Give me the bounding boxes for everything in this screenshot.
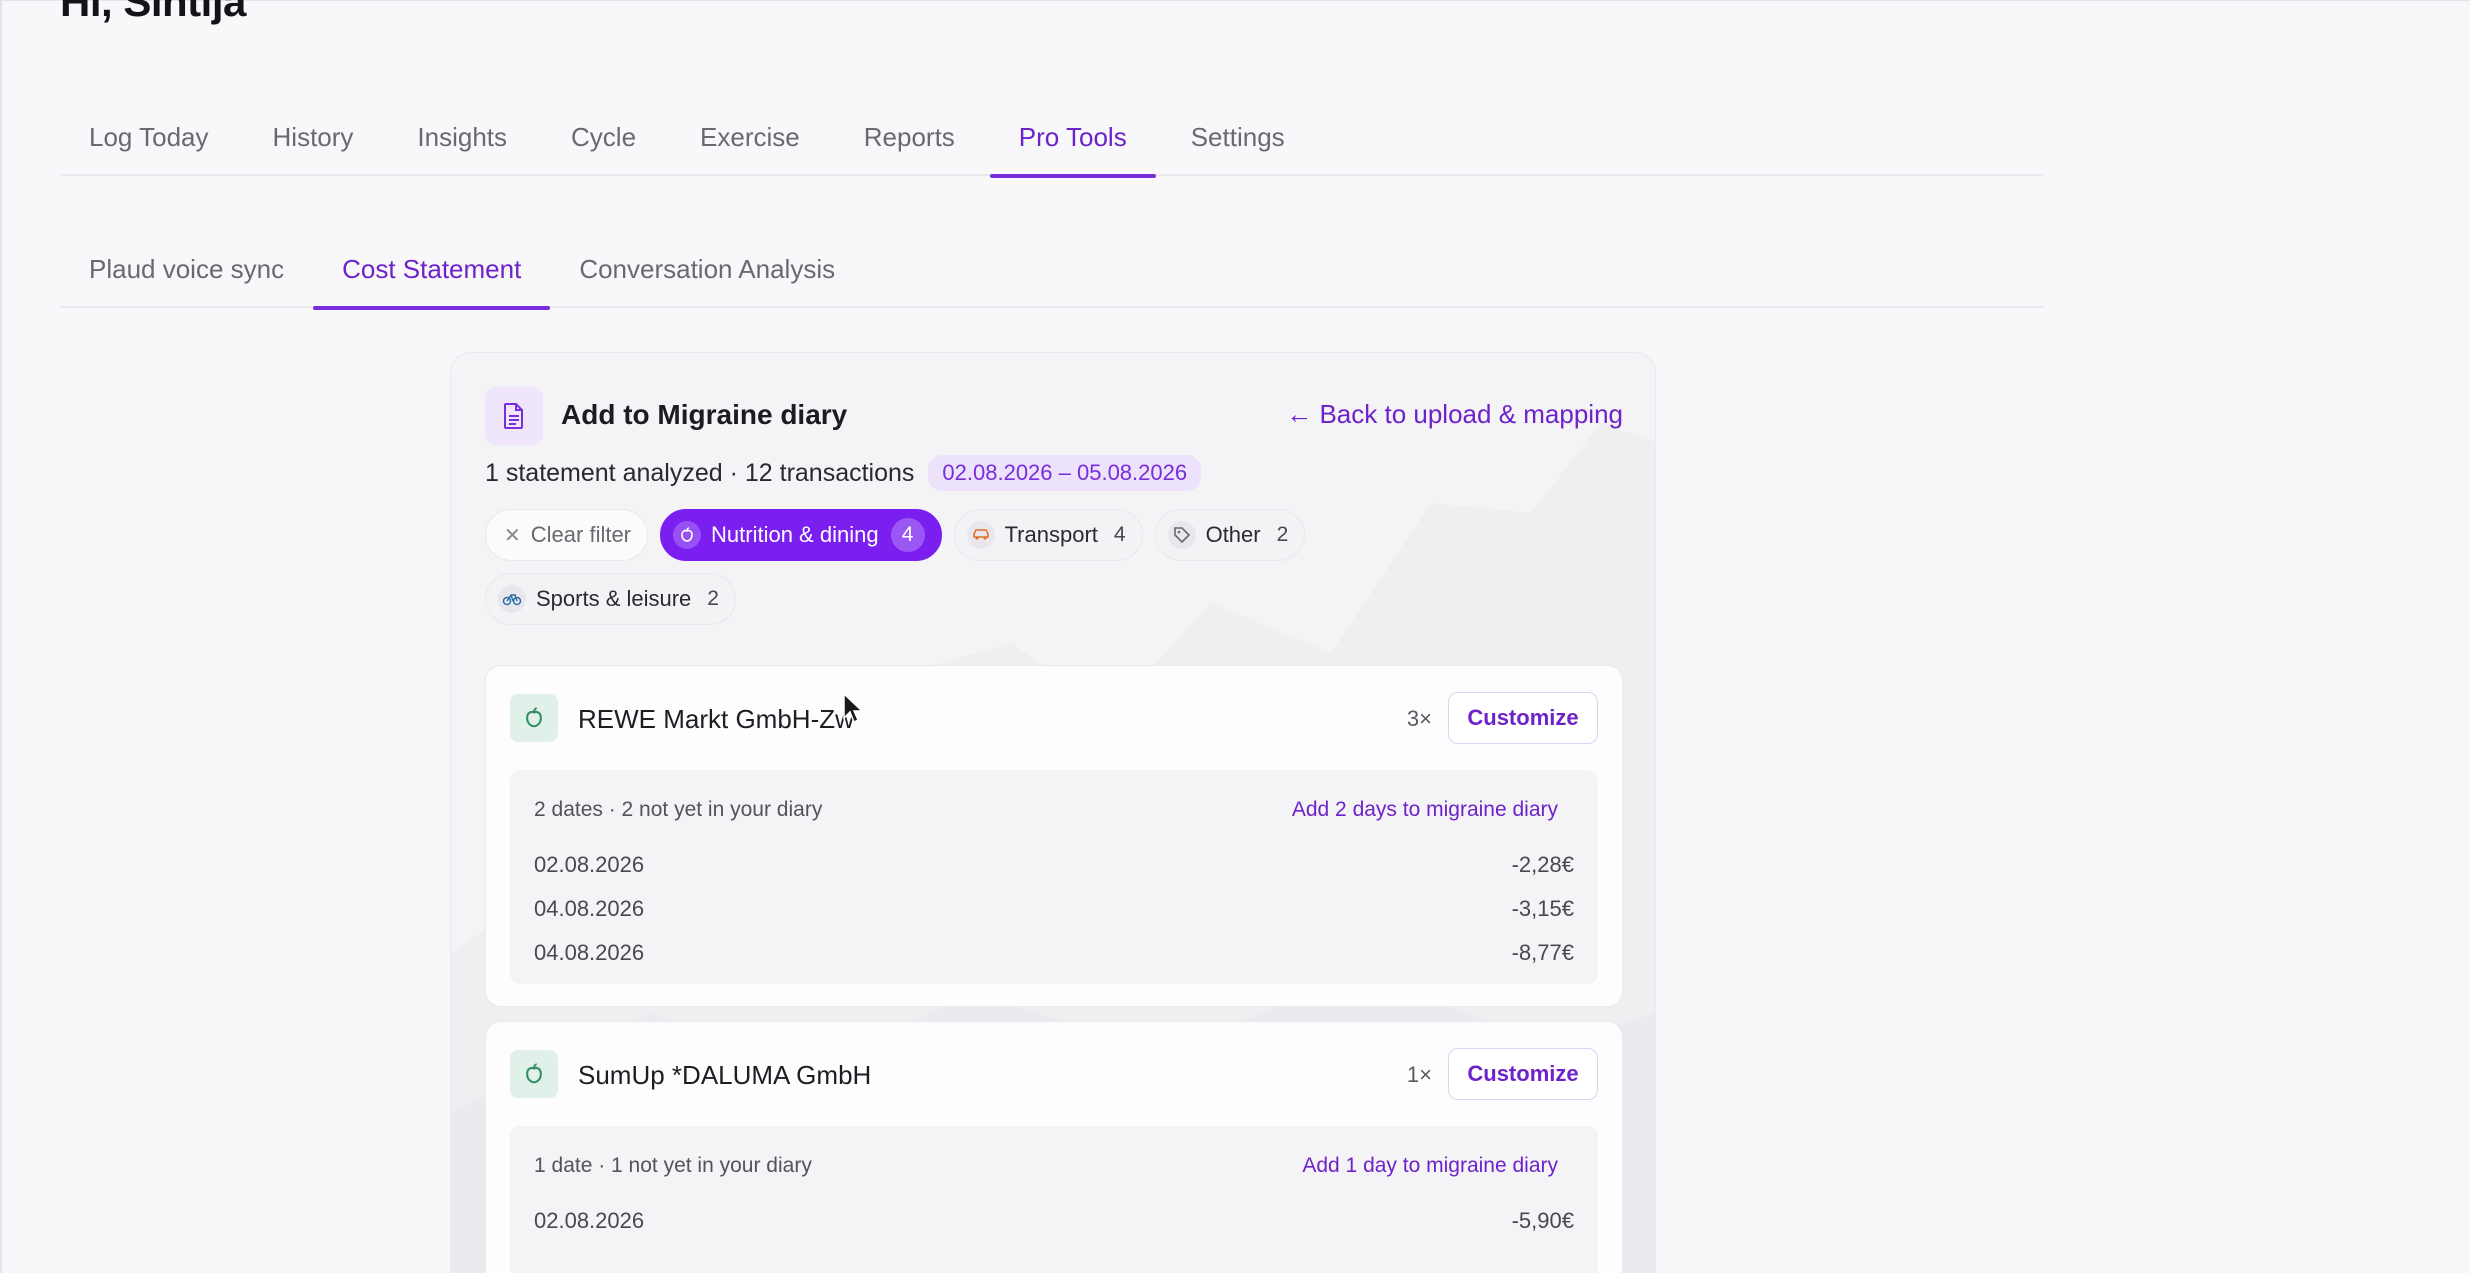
transaction-row: 02.08.2026 -5,90€ bbox=[510, 1208, 1598, 1252]
transaction-amount: -5,90€ bbox=[1511, 1208, 1574, 1233]
add-to-diary-link[interactable]: Add 2 days to migraine diary bbox=[1292, 798, 1558, 822]
diary-status-text: 1 date · 1 not yet in your diary bbox=[534, 1154, 812, 1177]
merchant-details: 1 date · 1 not yet in your diary Add 1 d… bbox=[510, 1126, 1598, 1273]
transaction-date: 04.08.2026 bbox=[534, 896, 645, 921]
transaction-row: 04.08.2026 -8,77€ bbox=[510, 940, 1598, 984]
chip-sports-leisure[interactable]: Sports & leisure 2 bbox=[485, 573, 736, 625]
clear-filter-chip[interactable]: ✕ Clear filter bbox=[485, 509, 649, 561]
transaction-amount: -3,15€ bbox=[1511, 896, 1574, 921]
chip-label: Transport bbox=[1004, 522, 1098, 547]
transaction-date: 04.08.2026 bbox=[534, 940, 645, 965]
transaction-date: 02.08.2026 bbox=[534, 852, 645, 877]
chip-count: 2 bbox=[707, 587, 719, 610]
tab-pro-tools[interactable]: Pro Tools bbox=[989, 108, 1156, 178]
chip-count: 4 bbox=[1113, 523, 1126, 546]
occurrence-count: 1× bbox=[1406, 1062, 1432, 1087]
mouse-cursor-icon bbox=[843, 692, 864, 724]
back-to-upload-link[interactable]: ← Back to upload & mapping bbox=[1286, 399, 1623, 430]
tab-log-today[interactable]: Log Today bbox=[60, 108, 238, 176]
chip-label: Nutrition & dining bbox=[711, 522, 879, 547]
sub-tab-bar: Plaud voice sync Cost Statement Conversa… bbox=[60, 240, 2044, 310]
transaction-row: 04.08.2026 -3,15€ bbox=[510, 896, 1598, 940]
cost-statement-panel: Add to Migraine diary ← Back to upload &… bbox=[450, 352, 1656, 1273]
add-to-diary-link[interactable]: Add 1 day to migraine diary bbox=[1302, 1154, 1558, 1178]
statement-summary: 1 statement analyzed · 12 transactions bbox=[485, 458, 915, 487]
chip-nutrition-dining[interactable]: Nutrition & dining 4 bbox=[660, 509, 942, 561]
main-tab-bar: Log Today History Insights Cycle Exercis… bbox=[60, 108, 2044, 178]
bicycle-icon bbox=[498, 585, 526, 613]
chip-label: Other bbox=[1205, 522, 1261, 547]
tag-icon bbox=[1167, 521, 1196, 549]
diary-status-text: 2 dates · 2 not yet in your diary bbox=[534, 798, 823, 821]
panel-title: Add to Migraine diary bbox=[561, 399, 848, 430]
merchant-details: 2 dates · 2 not yet in your diary Add 2 … bbox=[510, 770, 1598, 984]
chip-transport[interactable]: Transport 4 bbox=[953, 509, 1143, 561]
close-icon: ✕ bbox=[504, 524, 521, 547]
merchant-name: SumUp *DALUMA GmbH bbox=[578, 1060, 872, 1090]
customize-button[interactable]: Customize bbox=[1448, 692, 1598, 744]
apple-icon bbox=[673, 521, 702, 549]
occurrence-count: 3× bbox=[1406, 706, 1432, 731]
tab-conversation-analysis[interactable]: Conversation Analysis bbox=[550, 240, 864, 308]
chip-other[interactable]: Other 2 bbox=[1154, 509, 1306, 561]
apple-icon bbox=[510, 694, 558, 742]
tab-cycle[interactable]: Cycle bbox=[542, 108, 665, 176]
tab-plaud-voice-sync[interactable]: Plaud voice sync bbox=[60, 240, 313, 308]
document-icon bbox=[485, 387, 543, 445]
merchant-card: SumUp *DALUMA GmbH 1× Customize 1 date ·… bbox=[485, 1021, 1623, 1273]
transaction-amount: -8,77€ bbox=[1511, 940, 1574, 965]
car-icon bbox=[966, 521, 995, 549]
merchant-card: REWE Markt GmbH-Zw 3× Customize 2 dates … bbox=[485, 665, 1623, 1007]
category-filter-chips: ✕ Clear filter Nutrition & dining 4 Tran… bbox=[485, 509, 1405, 625]
chip-label: Sports & leisure bbox=[536, 586, 692, 611]
tab-insights[interactable]: Insights bbox=[388, 108, 536, 176]
customize-button[interactable]: Customize bbox=[1448, 1048, 1598, 1100]
tab-exercise[interactable]: Exercise bbox=[671, 108, 829, 176]
chip-count: 2 bbox=[1276, 523, 1289, 546]
apple-icon bbox=[510, 1050, 558, 1098]
date-range-badge: 02.08.2026 – 05.08.2026 bbox=[928, 455, 1202, 491]
transaction-amount: -2,28€ bbox=[1511, 852, 1574, 877]
tab-settings[interactable]: Settings bbox=[1162, 108, 1314, 176]
transaction-row: 02.08.2026 -2,28€ bbox=[510, 852, 1598, 896]
clear-filter-label: Clear filter bbox=[530, 522, 632, 547]
merchant-name: REWE Markt GmbH-Zw bbox=[578, 704, 854, 734]
greeting-heading: Hi, Sintija bbox=[60, 0, 246, 25]
tab-reports[interactable]: Reports bbox=[835, 108, 984, 176]
chip-count: 4 bbox=[890, 518, 925, 552]
tab-history[interactable]: History bbox=[244, 108, 383, 176]
transaction-date: 02.08.2026 bbox=[534, 1208, 645, 1233]
tab-cost-statement[interactable]: Cost Statement bbox=[313, 240, 551, 310]
